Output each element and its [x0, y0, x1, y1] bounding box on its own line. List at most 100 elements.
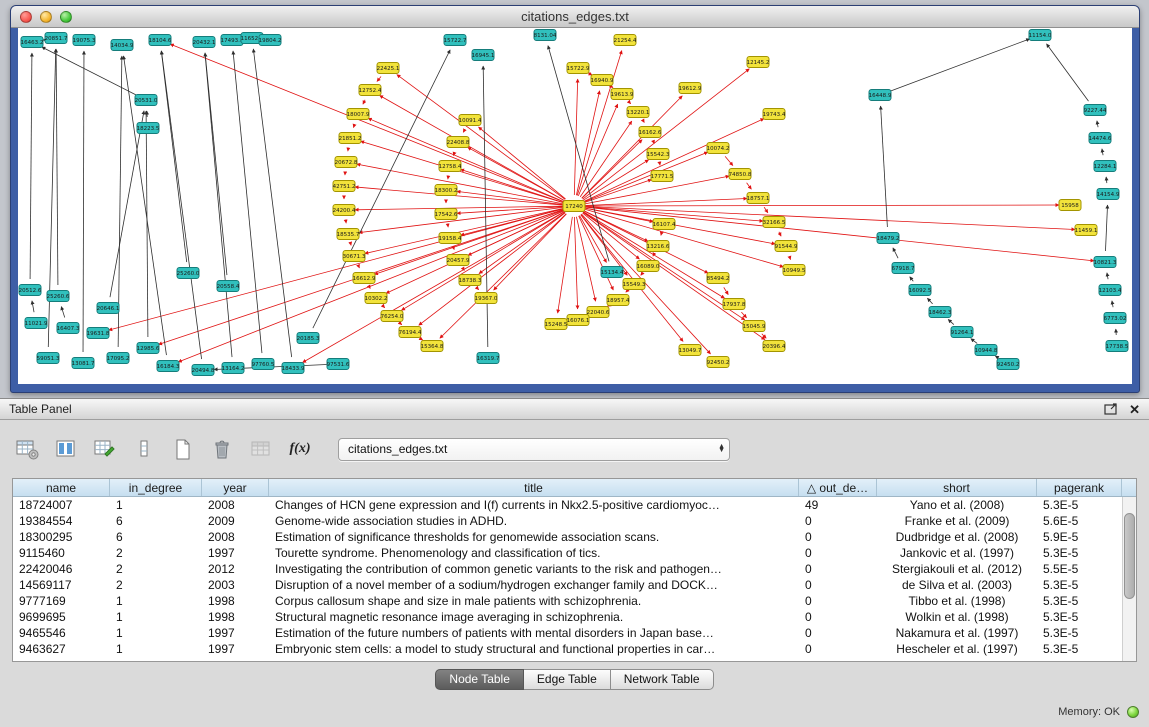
graph-node[interactable]: 15722.9	[567, 63, 590, 74]
graph-node[interactable]: 67918.7	[892, 263, 915, 274]
graph-node[interactable]: 97760.5	[252, 359, 275, 370]
graph-edge[interactable]	[161, 51, 186, 262]
column-header-title[interactable]: title	[269, 479, 799, 496]
graph-node[interactable]: 20396.4	[763, 341, 786, 352]
graph-node[interactable]: 97531.6	[327, 359, 350, 370]
table-vertical-scrollbar[interactable]	[1122, 497, 1136, 661]
graph-edge[interactable]	[419, 213, 566, 326]
graph-node[interactable]: 11459.1	[1075, 225, 1098, 236]
graph-node[interactable]: 10949.5	[783, 265, 806, 276]
graph-node[interactable]: 16612.9	[353, 273, 376, 284]
graph-node[interactable]: 19158.4	[439, 233, 462, 244]
graph-node[interactable]: 15958	[1059, 200, 1081, 211]
graph-edge[interactable]	[161, 51, 201, 359]
graph-node[interactable]: 20494.8	[192, 365, 215, 376]
graph-edge[interactable]	[479, 212, 565, 273]
graph-node[interactable]: 17542.6	[435, 209, 458, 220]
graph-node[interactable]: 13216.6	[647, 241, 670, 252]
graph-node[interactable]: 19613.9	[611, 89, 634, 100]
graph-edge[interactable]	[576, 91, 599, 196]
graph-node[interactable]: 13220.1	[627, 107, 650, 118]
graph-edge[interactable]	[477, 288, 478, 290]
graph-node[interactable]: 17771.5	[651, 171, 674, 182]
table-row[interactable]: 1872400712008Changes of HCN gene express…	[13, 497, 1122, 513]
graph-edge[interactable]	[1105, 205, 1107, 251]
new-document-icon[interactable]	[170, 437, 196, 461]
table-row[interactable]: 1456911722003Disruption of a novel membe…	[13, 577, 1122, 593]
column-header-out_de[interactable]: △ out_de…	[799, 479, 877, 496]
table-row[interactable]: 969969511998Structural magnetic resonanc…	[13, 609, 1122, 625]
graph-edge[interactable]	[893, 248, 898, 258]
graph-edge[interactable]	[574, 217, 577, 309]
graph-node[interactable]: 18300.2	[435, 185, 458, 196]
graph-node[interactable]: 18007.9	[347, 109, 370, 120]
graph-edge[interactable]	[205, 53, 227, 275]
graph-node[interactable]: 92450.2	[997, 359, 1020, 370]
graph-node[interactable]: 19367.0	[475, 293, 498, 304]
graph-edge[interactable]	[747, 183, 752, 189]
show-columns-icon[interactable]	[53, 437, 79, 461]
tab-network-table[interactable]: Network Table	[611, 669, 714, 690]
graph-edge[interactable]	[789, 256, 790, 259]
graph-edge[interactable]	[629, 102, 630, 104]
tab-edge-table[interactable]: Edge Table	[524, 669, 611, 690]
graph-edge[interactable]	[478, 127, 565, 199]
graph-edge[interactable]	[971, 339, 977, 344]
graph-edge[interactable]	[400, 323, 402, 324]
graph-edge[interactable]	[584, 211, 648, 242]
graph-node[interactable]: 15722.7	[444, 35, 467, 46]
graph-node[interactable]: 18223.5	[137, 123, 160, 134]
graph-node[interactable]: 16162.6	[639, 127, 662, 138]
graph-edge[interactable]	[397, 75, 565, 200]
graph-node[interactable]: 19075.3	[73, 35, 96, 46]
graph-node[interactable]: 20672.8	[335, 157, 358, 168]
graph-edge[interactable]	[365, 208, 564, 253]
graph-node[interactable]: 24200.4	[333, 205, 356, 216]
graph-node[interactable]: 18535.7	[337, 229, 360, 240]
graph-node[interactable]: 19804.2	[259, 35, 282, 46]
graph-edge[interactable]	[110, 111, 144, 297]
table-select-dropdown[interactable]: citations_edges.txt ▲▼	[338, 438, 730, 461]
table-row[interactable]: 911546021997Tourette syndrome. Phenomeno…	[13, 545, 1122, 561]
graph-node[interactable]: 20457.9	[447, 255, 470, 266]
graph-node[interactable]: 22425.1	[377, 63, 400, 74]
graph-node[interactable]: 20531.0	[135, 95, 158, 106]
network-canvas[interactable]: 1724022425.112752.418007.921851.220672.8…	[18, 28, 1132, 384]
graph-edge[interactable]	[359, 266, 360, 268]
window-titlebar[interactable]: citations_edges.txt	[11, 6, 1139, 28]
graph-edge[interactable]	[585, 207, 1094, 261]
graph-node[interactable]: 21851.2	[339, 133, 362, 144]
graph-edge[interactable]	[1102, 149, 1103, 155]
graph-node[interactable]: 18433.9	[282, 363, 305, 374]
delete-icon[interactable]	[209, 437, 235, 461]
import-table-icon[interactable]	[248, 437, 274, 461]
graph-node[interactable]: 10302.2	[365, 293, 388, 304]
graph-edge[interactable]	[83, 51, 84, 352]
function-builder-icon[interactable]: f(x)	[287, 437, 313, 461]
table-row[interactable]: 1830029562008Estimation of significance …	[13, 529, 1122, 545]
graph-edge[interactable]	[233, 51, 262, 353]
graph-node[interactable]: 8131.04	[534, 30, 557, 41]
graph-node[interactable]: 13164.2	[222, 363, 245, 374]
graph-edge[interactable]	[741, 312, 746, 318]
graph-node[interactable]: 6773.02	[1104, 313, 1127, 324]
column-header-year[interactable]: year	[202, 479, 269, 496]
graph-node[interactable]: 16184.3	[157, 361, 180, 372]
graph-node[interactable]: 19743.4	[763, 109, 786, 120]
graph-node[interactable]: 13049.7	[679, 345, 702, 356]
graph-edge[interactable]	[32, 301, 34, 312]
graph-node[interactable]: 18738.3	[459, 275, 482, 286]
graph-node[interactable]: 91544.9	[775, 241, 798, 252]
table-row[interactable]: 977716911998Corpus callosum shape and si…	[13, 593, 1122, 609]
graph-edge[interactable]	[368, 118, 564, 201]
table-mode-icon[interactable]	[14, 437, 40, 461]
graph-node[interactable]: 12985.6	[137, 343, 160, 354]
graph-node[interactable]: 20185.3	[297, 333, 320, 344]
graph-node[interactable]: 18104.6	[149, 35, 172, 46]
table-row[interactable]: 946362711997Embryonic stem cells: a mode…	[13, 641, 1122, 657]
graph-node[interactable]: 15045.9	[743, 321, 766, 332]
graph-edge[interactable]	[881, 106, 888, 227]
graph-edge[interactable]	[61, 306, 64, 317]
graph-edge[interactable]	[1112, 301, 1113, 307]
graph-edge[interactable]	[48, 49, 55, 347]
